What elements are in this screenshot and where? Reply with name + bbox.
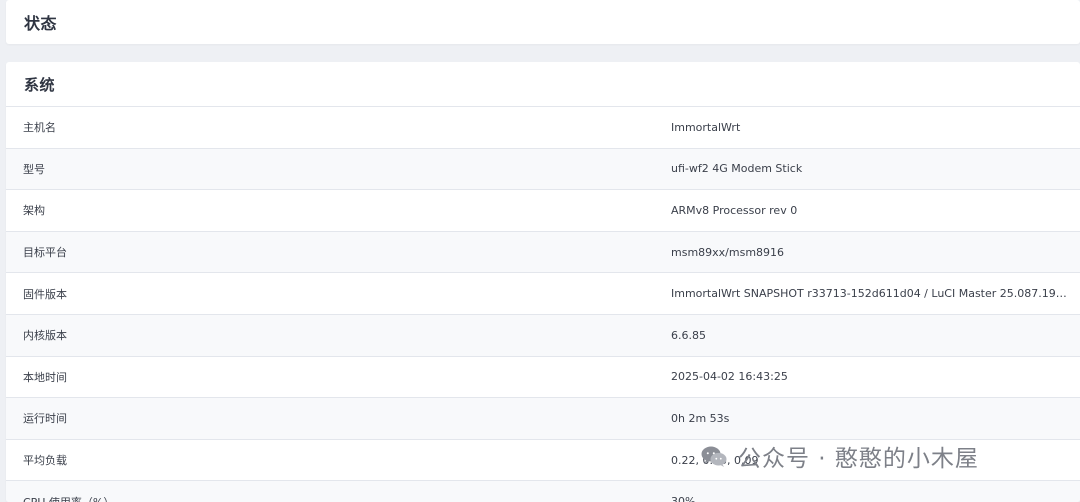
section-title: 系统 [24, 75, 56, 94]
page-title: 状态 [24, 14, 58, 33]
table-row: 平均负载 0.22, 0.23, 0.09 [6, 439, 1080, 482]
uptime-label: 运行时间 [6, 397, 670, 440]
load-average-label: 平均负载 [6, 439, 670, 482]
table-row: CPU 使用率（%） 30% [6, 480, 1080, 502]
table-row: 架构 ARMv8 Processor rev 0 [6, 189, 1080, 232]
status-page: 状态 系统 主机名 ImmortalWrt 型号 ufi-wf2 4G Mode… [6, 0, 1080, 502]
system-card: 系统 主机名 ImmortalWrt 型号 ufi-wf2 4G Modem S… [6, 62, 1080, 502]
architecture-value: ARMv8 Processor rev 0 [670, 189, 1080, 232]
target-platform-value: msm89xx/msm8916 [670, 231, 1080, 274]
table-row: 型号 ufi-wf2 4G Modem Stick [6, 148, 1080, 191]
load-average-value: 0.22, 0.23, 0.09 [670, 439, 1080, 482]
uptime-value: 0h 2m 53s [670, 397, 1080, 440]
status-header-card: 状态 [6, 0, 1080, 44]
table-row: 运行时间 0h 2m 53s [6, 397, 1080, 440]
system-info-table: 主机名 ImmortalWrt 型号 ufi-wf2 4G Modem Stic… [6, 107, 1080, 502]
model-label: 型号 [6, 148, 670, 191]
firmware-version-label: 固件版本 [6, 272, 670, 315]
architecture-label: 架构 [6, 189, 670, 232]
model-value: ufi-wf2 4G Modem Stick [670, 148, 1080, 191]
hostname-value: ImmortalWrt [670, 107, 1080, 149]
target-platform-label: 目标平台 [6, 231, 670, 274]
system-section-header: 系统 [6, 62, 1080, 107]
table-row: 目标平台 msm89xx/msm8916 [6, 231, 1080, 274]
cpu-usage-value: 30% [670, 480, 1080, 502]
hostname-label: 主机名 [6, 107, 670, 149]
firmware-version-value: ImmortalWrt SNAPSHOT r33713-152d611d04 /… [670, 272, 1080, 315]
table-row: 内核版本 6.6.85 [6, 314, 1080, 357]
local-time-value: 2025-04-02 16:43:25 [670, 356, 1080, 399]
table-row: 固件版本 ImmortalWrt SNAPSHOT r33713-152d611… [6, 272, 1080, 315]
table-row: 本地时间 2025-04-02 16:43:25 [6, 356, 1080, 399]
cpu-usage-label: CPU 使用率（%） [6, 480, 670, 502]
kernel-version-value: 6.6.85 [670, 314, 1080, 357]
table-row: 主机名 ImmortalWrt [6, 107, 1080, 149]
kernel-version-label: 内核版本 [6, 314, 670, 357]
local-time-label: 本地时间 [6, 356, 670, 399]
